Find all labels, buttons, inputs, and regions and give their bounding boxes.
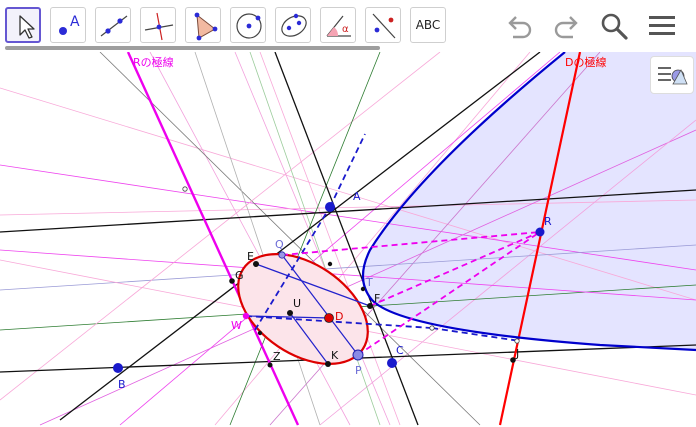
point-F[interactable] — [367, 303, 373, 309]
text-tool-button[interactable]: ABC — [410, 7, 446, 43]
reflect-icon — [372, 13, 396, 39]
label-W: W — [231, 319, 242, 332]
label-Z: Z — [273, 350, 281, 363]
move-tool-button[interactable] — [5, 7, 41, 43]
angle-tool-label: α — [342, 24, 349, 35]
polar-line-R — [126, 52, 300, 426]
point-tool-label: A — [70, 14, 80, 30]
aux-point[interactable] — [182, 186, 188, 192]
aux-point[interactable] — [514, 338, 520, 344]
label-C: C — [396, 344, 404, 357]
reflect-tool-button[interactable] — [365, 7, 401, 43]
point-P[interactable] — [352, 349, 364, 361]
redo-icon — [554, 16, 578, 39]
point-R[interactable] — [535, 227, 545, 237]
aux-point[interactable] — [429, 325, 435, 331]
point-A[interactable] — [325, 202, 335, 212]
aux-point[interactable] — [327, 261, 333, 267]
style-bar-toggle-icon — [658, 67, 688, 85]
label-B: B — [118, 378, 126, 391]
line-through-points-icon — [100, 15, 128, 37]
point-B[interactable] — [113, 363, 123, 373]
point-G[interactable] — [229, 278, 235, 284]
aux-point[interactable] — [360, 286, 366, 292]
ellipse-curve — [237, 253, 369, 365]
ellipse-tool-button[interactable] — [275, 7, 311, 43]
polar-R-heading: Rの極線 — [133, 55, 174, 69]
label-R: R — [544, 215, 552, 228]
aux-point[interactable] — [257, 330, 263, 336]
label-D: D — [335, 310, 343, 323]
label-G: G — [235, 269, 244, 282]
label-T: T — [365, 276, 373, 289]
point-Z[interactable] — [267, 362, 273, 368]
polygon-icon — [194, 12, 218, 41]
point-W[interactable] — [242, 312, 250, 320]
point-D[interactable] — [324, 313, 334, 323]
polar-D-heading: Dの極線 — [565, 55, 606, 69]
circle-center-icon — [236, 13, 262, 39]
label-Q: Q — [275, 238, 284, 251]
point-icon: A — [59, 14, 80, 35]
search-icon — [601, 13, 628, 40]
point-J[interactable] — [510, 357, 516, 363]
ellipse-icon — [281, 13, 307, 37]
polygon-tool-button[interactable] — [185, 7, 221, 43]
move-arrow-icon — [19, 15, 35, 39]
line-tool-button[interactable] — [95, 7, 131, 43]
redo-button[interactable] — [551, 10, 583, 42]
label-A: A — [353, 190, 361, 203]
menu-icon — [649, 16, 675, 35]
point-Q[interactable] — [278, 251, 286, 259]
toolbar: A α ABC — [0, 0, 696, 52]
circle-tool-button[interactable] — [230, 7, 266, 43]
point-tool-button[interactable]: A — [50, 7, 86, 43]
toolbar-scrollbar[interactable] — [5, 46, 380, 50]
undo-icon — [508, 16, 532, 39]
point-U[interactable] — [287, 310, 293, 316]
label-U: U — [293, 297, 301, 310]
label-P: P — [355, 364, 362, 377]
point-C[interactable] — [387, 358, 397, 368]
angle-tool-button[interactable]: α — [320, 7, 356, 43]
label-E: E — [247, 250, 254, 263]
label-K: K — [331, 349, 339, 362]
graphics-view[interactable]: Rの極線 Dの極線 A B C D E F G J K P Q R T U W … — [0, 52, 696, 427]
perpendicular-tool-button[interactable] — [140, 7, 176, 43]
main-menu-button[interactable] — [646, 10, 678, 42]
label-F: F — [374, 292, 380, 305]
angle-icon: α — [326, 15, 351, 37]
text-icon: ABC — [415, 18, 441, 32]
style-bar-toggle-button[interactable] — [650, 56, 694, 94]
perpendicular-line-icon — [144, 12, 174, 41]
undo-button[interactable] — [503, 10, 535, 42]
search-button[interactable] — [598, 10, 630, 42]
label-J: J — [515, 347, 519, 360]
